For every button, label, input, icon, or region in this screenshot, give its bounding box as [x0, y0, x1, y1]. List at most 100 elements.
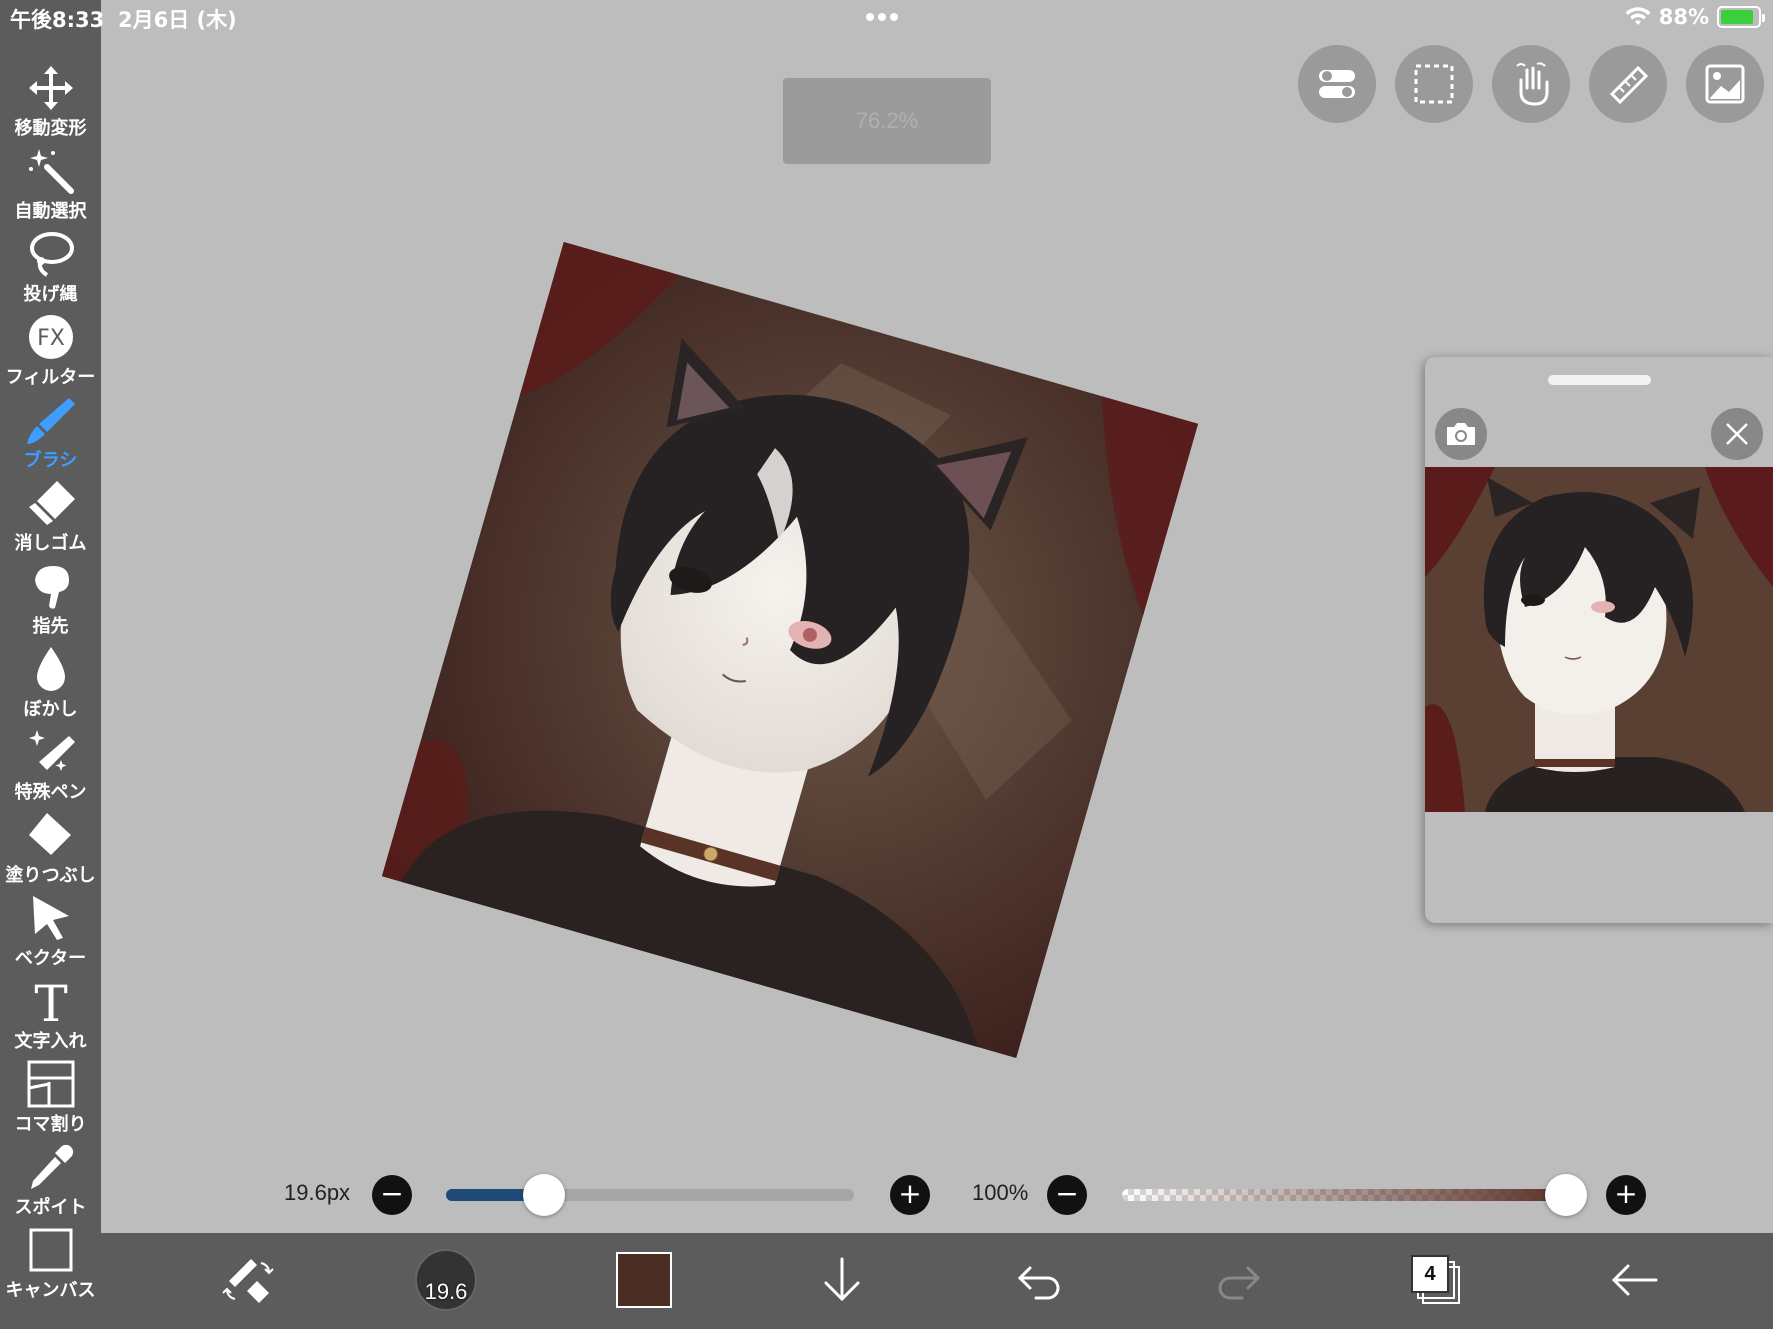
fill-bucket-icon [28, 813, 71, 855]
opacity-decrease-button[interactable]: − [1047, 1175, 1087, 1215]
move-transform-icon [28, 66, 73, 110]
opacity-increase-button[interactable]: + [1606, 1175, 1646, 1215]
magic-wand-icon [28, 149, 74, 194]
eyedropper-icon [30, 1144, 73, 1189]
plus-icon: + [1614, 1176, 1638, 1210]
ruler-button[interactable] [1589, 45, 1667, 123]
reference-image [1425, 467, 1773, 812]
camera-icon [1447, 423, 1475, 445]
brush-size-slider-thumb[interactable] [522, 1174, 565, 1216]
canvas-artwork[interactable] [381, 241, 1199, 1059]
brush-size-slider[interactable] [446, 1189, 854, 1201]
tool-label: 移動変形 [14, 118, 87, 139]
layers-icon: 4 [1411, 1255, 1461, 1305]
tool-label: 消しゴム [14, 533, 87, 554]
color-button[interactable] [609, 1245, 679, 1315]
size-decrease-button[interactable]: − [372, 1175, 412, 1215]
tool-brush[interactable]: ブラシ [0, 394, 101, 476]
status-bar: 午後8:33 2月6日 (木) 88% [0, 0, 1773, 34]
toggle-settings-icon [1319, 70, 1355, 98]
touch-gesture-button[interactable] [1492, 45, 1570, 123]
tool-special-pen[interactable]: 特殊ペン [0, 726, 101, 808]
status-date: 2月6日 (木) [118, 8, 237, 32]
canvas-icon [29, 1228, 72, 1272]
fx-filter-icon: FX [28, 315, 73, 359]
status-right: 88% [1625, 4, 1765, 30]
reference-close-button[interactable] [1711, 408, 1763, 460]
smudge-finger-icon [34, 566, 69, 609]
reference-window[interactable] [1425, 357, 1773, 923]
selection-icon [1414, 64, 1454, 104]
brush-size-preview: 19.6 [415, 1249, 477, 1311]
opacity-slider[interactable] [1122, 1189, 1566, 1201]
tool-label: 文字入れ [14, 1031, 87, 1052]
back-button[interactable] [1599, 1245, 1669, 1315]
special-pen-icon [28, 730, 75, 771]
eraser-icon [28, 481, 75, 525]
arrow-left-icon [1611, 1264, 1658, 1296]
download-button[interactable] [807, 1245, 877, 1315]
tool-label: フィルター [5, 367, 96, 388]
settings-toggle-button[interactable] [1298, 45, 1376, 123]
minus-icon: − [380, 1176, 404, 1210]
brush-size-label: 19.6px [284, 1180, 351, 1205]
status-time: 午後8:33 [10, 8, 105, 32]
tool-canvas[interactable]: キャンバス [0, 1224, 101, 1306]
tool-panel-layout[interactable]: コマ割り [0, 1058, 101, 1140]
tool-eyedropper[interactable]: スポイト [0, 1141, 101, 1223]
undo-icon [1017, 1266, 1060, 1300]
tool-text[interactable]: T 文字入れ [0, 975, 101, 1057]
tool-filter[interactable]: FX フィルター [0, 311, 101, 393]
reference-drag-handle[interactable] [1548, 375, 1651, 385]
multitasking-dots-icon[interactable] [866, 6, 906, 26]
tool-label: ブラシ [23, 450, 78, 471]
bottom-bar: 19.6 4 [101, 1233, 1773, 1329]
svg-text:FX: FX [37, 326, 65, 351]
tool-label: 投げ縄 [23, 284, 78, 305]
tool-label: 指先 [32, 616, 69, 637]
color-swatch [616, 1252, 672, 1308]
svg-text:T: T [34, 975, 67, 1027]
tool-label: キャンバス [5, 1280, 96, 1301]
opacity-slider-thumb[interactable] [1545, 1174, 1587, 1216]
tool-label: コマ割り [14, 1114, 87, 1135]
selection-button[interactable] [1395, 45, 1473, 123]
touch-gesture-icon [1516, 62, 1549, 106]
tool-magic-wand[interactable]: 自動選択 [0, 145, 101, 227]
brush-eraser-switch-button[interactable] [213, 1245, 283, 1315]
material-button[interactable] [1686, 45, 1764, 123]
tool-vector[interactable]: ベクター [0, 892, 101, 974]
brush-size-badge: 19.6 [424, 1279, 468, 1304]
size-increase-button[interactable]: + [890, 1175, 930, 1215]
left-toolbar: 移動変形 自動選択 投げ縄 FX フィルター ブラシ 消しゴム 指先 ぼかし 特… [0, 0, 101, 1329]
arrow-down-icon [824, 1257, 860, 1302]
tool-move-transform[interactable]: 移動変形 [0, 62, 101, 144]
redo-button[interactable] [1203, 1245, 1273, 1315]
opacity-label: 100% [972, 1180, 1029, 1205]
tool-lasso[interactable]: 投げ縄 [0, 228, 101, 310]
reference-camera-button[interactable] [1435, 408, 1487, 460]
tool-blur[interactable]: ぼかし [0, 643, 101, 725]
tool-smudge[interactable]: 指先 [0, 560, 101, 642]
close-icon [1726, 423, 1748, 445]
panel-layout-icon [27, 1060, 74, 1108]
layers-button[interactable]: 4 [1401, 1245, 1471, 1315]
tool-label: ベクター [14, 948, 87, 969]
tool-label: 塗りつぶし [5, 865, 96, 886]
undo-button[interactable] [1005, 1245, 1075, 1315]
tool-eraser[interactable]: 消しゴム [0, 477, 101, 559]
plus-icon: + [898, 1176, 922, 1210]
wifi-icon [1625, 7, 1651, 25]
battery-percent: 88% [1658, 5, 1709, 29]
layer-count: 4 [1411, 1255, 1449, 1293]
zoom-value: 76.2% [855, 108, 919, 133]
illustration [381, 241, 1199, 1059]
tool-fill[interactable]: 塗りつぶし [0, 809, 101, 891]
zoom-indicator: 76.2% [783, 78, 991, 164]
brush-icon [26, 398, 75, 444]
tool-label: スポイト [14, 1197, 87, 1218]
tool-label: ぼかし [23, 699, 78, 720]
redo-icon [1218, 1266, 1261, 1300]
brush-size-button[interactable]: 19.6 [411, 1245, 481, 1315]
battery-level-fill [1721, 10, 1753, 24]
